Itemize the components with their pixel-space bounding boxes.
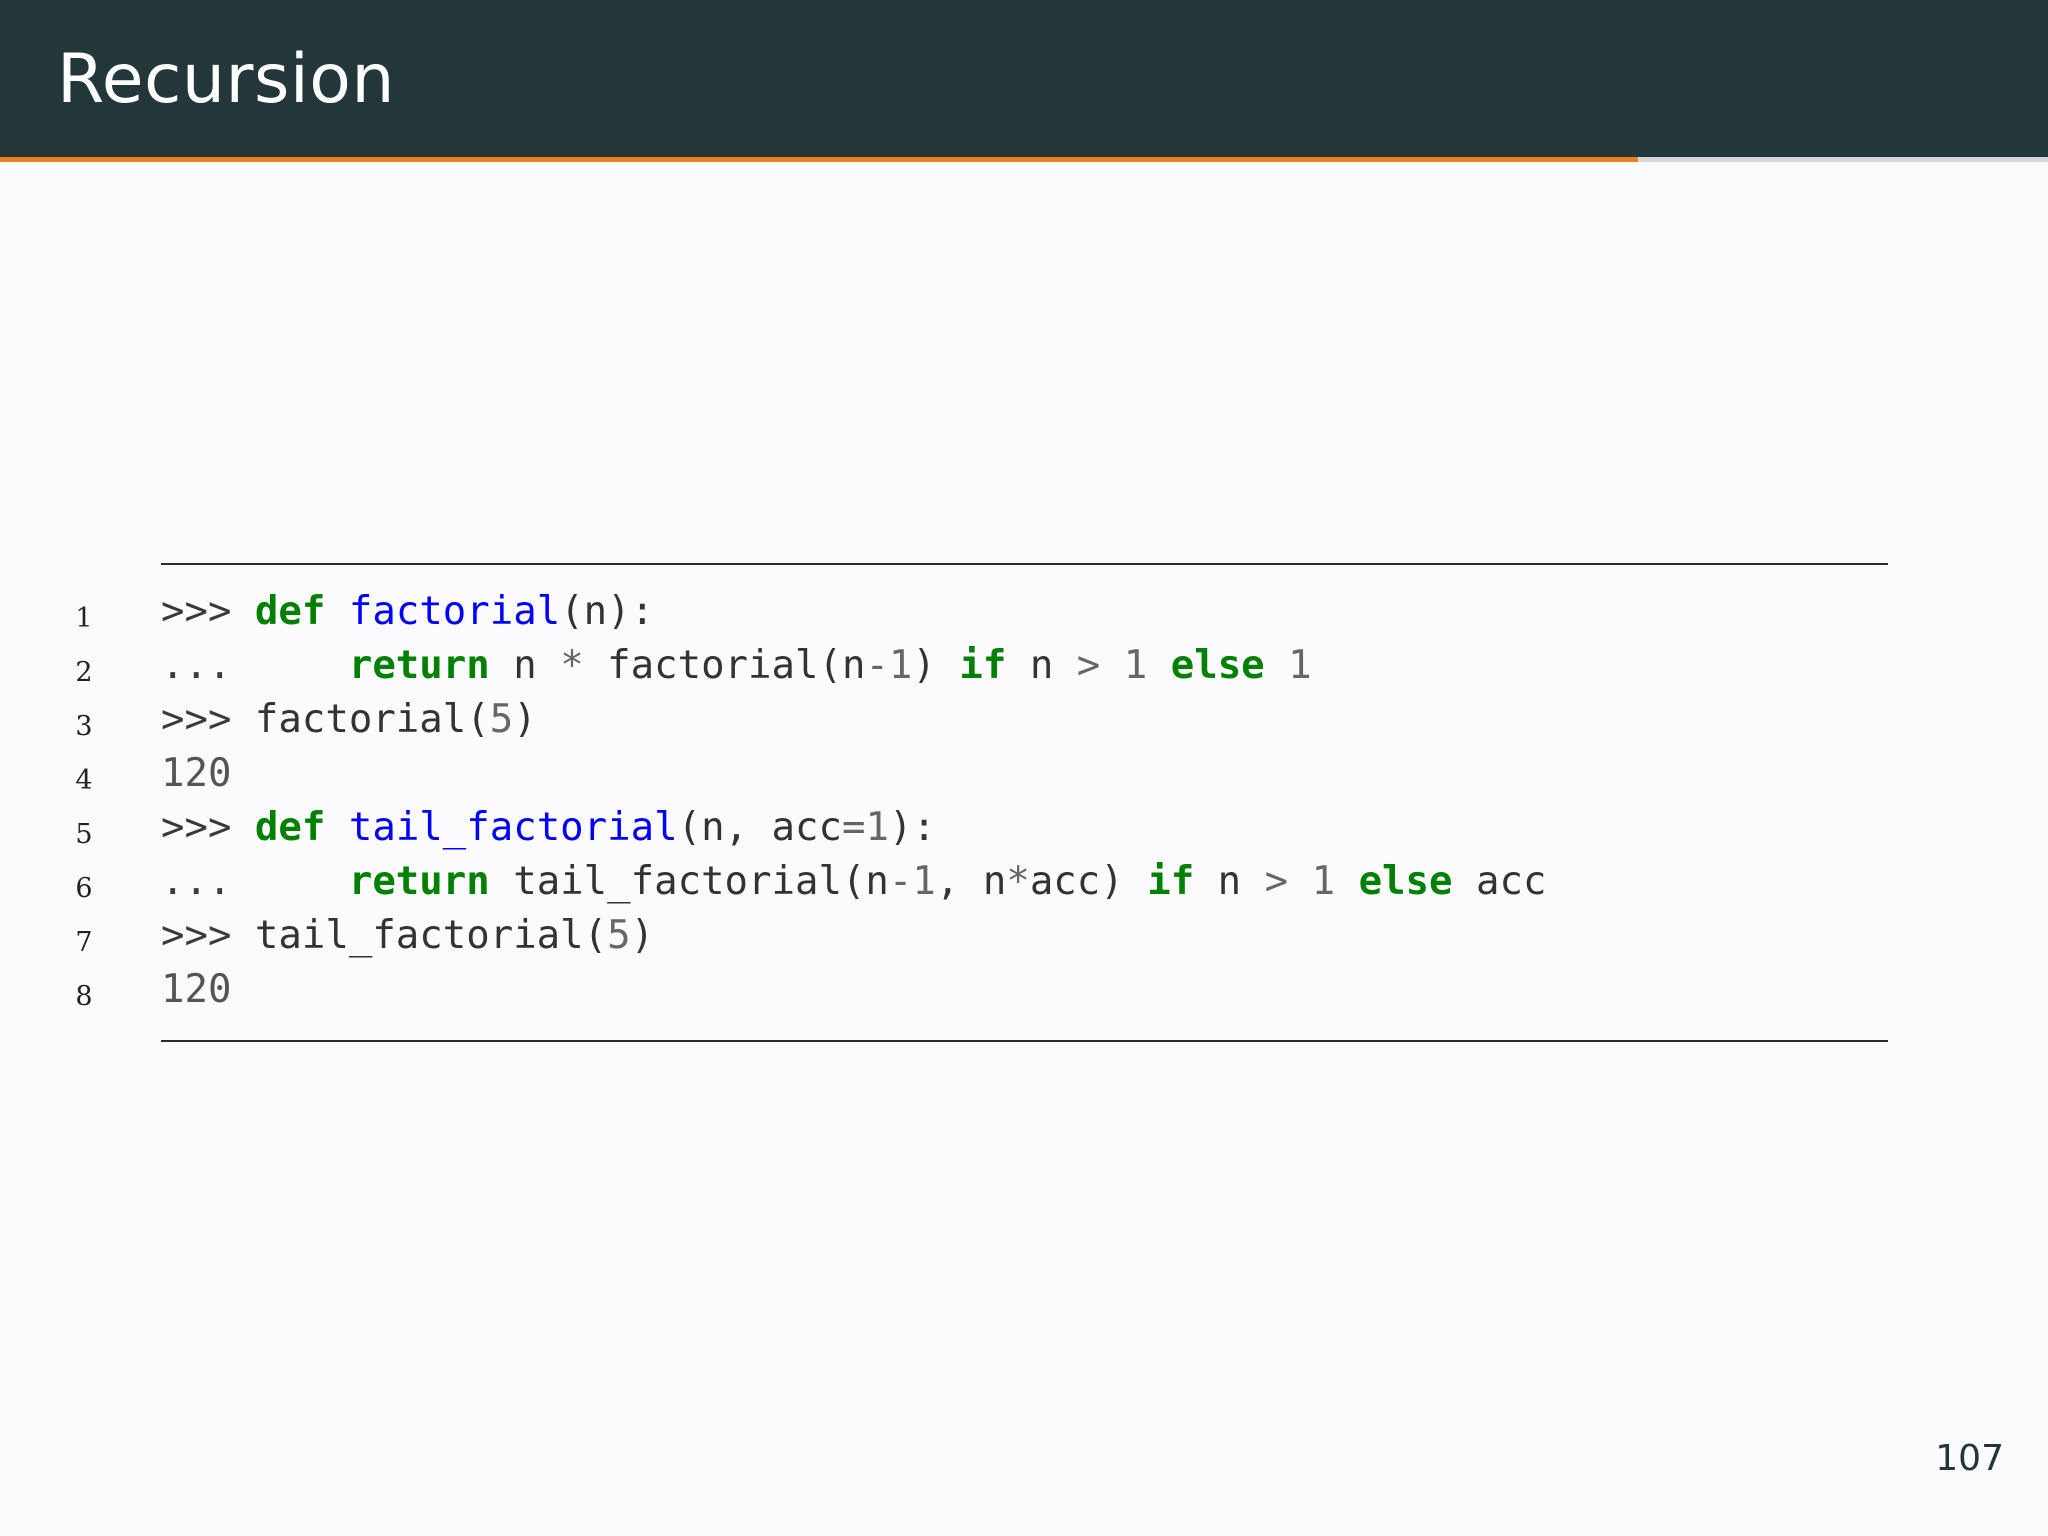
code-token: 1 [912, 859, 936, 904]
code-token: 1 [888, 643, 913, 688]
code-token: > [1076, 643, 1101, 688]
code-token: if [1147, 859, 1195, 904]
code-listing: 1 >>> def factorial(n): 2... return n * fa… [0, 585, 2048, 1017]
slide-title: Recursion [57, 40, 395, 119]
code-token: - [865, 643, 889, 688]
code-line: 6... return tail_factorial(n-1, n*acc) i… [0, 855, 2048, 909]
code-token: 120 [161, 751, 232, 796]
code-token: return [348, 859, 490, 904]
code-token: n [1194, 859, 1265, 904]
line-number: 1 [75, 603, 93, 634]
code-token: >>> [161, 697, 255, 742]
line-number: 2 [75, 657, 93, 688]
code-token: ) [912, 643, 960, 688]
code-token: 5 [607, 913, 631, 958]
line-number: 6 [75, 873, 93, 904]
code-token: factorial(n [583, 643, 866, 688]
code-token: factorial( [254, 697, 490, 742]
code-text: ... return tail_factorial(n-1, n*acc) if… [161, 859, 1546, 905]
line-number: 7 [75, 927, 93, 958]
code-token: ) [513, 697, 537, 742]
code-token: else [1170, 643, 1265, 688]
code-token: ) [630, 913, 655, 958]
code-token: def [254, 589, 326, 634]
code-token: ... [161, 643, 349, 688]
code-token: , n [935, 859, 1007, 904]
code-token: n [1006, 643, 1077, 688]
code-token: >>> [161, 589, 255, 634]
code-token: if [959, 643, 1007, 688]
code-text: >>> def tail_factorial(n, acc=1): [161, 805, 936, 851]
code-token: n [489, 643, 561, 688]
code-listing-bottom-rule [161, 1040, 1888, 1042]
code-listing-top-rule [161, 563, 1888, 565]
code-token: * [560, 643, 584, 688]
line-number: 4 [75, 765, 93, 796]
code-token: >>> [161, 913, 255, 958]
code-line: 2... return n * factorial(n-1) if n > 1 … [0, 639, 2048, 693]
code-token: = [841, 805, 866, 850]
code-line: 3 >>> factorial(5) [0, 693, 2048, 747]
code-token: def [254, 805, 326, 850]
progress-bar [0, 157, 2048, 162]
code-token: tail_factorial [348, 805, 678, 850]
code-token: ... [161, 859, 349, 904]
code-line: 7 >>> tail_factorial(5) [0, 909, 2048, 963]
code-token: acc [1452, 859, 1547, 904]
code-text: 120 [161, 967, 231, 1013]
code-token: 1 [1311, 859, 1336, 904]
line-number: 8 [75, 981, 93, 1012]
code-line: 4 120 [0, 747, 2048, 801]
code-token: (n, acc [677, 805, 842, 850]
code-token: else [1358, 859, 1453, 904]
code-line: 8 120 [0, 963, 2048, 1017]
code-token: >>> [161, 805, 255, 850]
code-token: acc) [1029, 859, 1148, 904]
code-token: 1 [865, 805, 889, 850]
line-number: 5 [75, 819, 93, 850]
code-token: 5 [489, 697, 514, 742]
code-token: tail_factorial(n [489, 859, 889, 904]
page-number: 107 [1935, 1438, 2004, 1479]
code-token: 1 [1123, 643, 1148, 688]
code-text: 120 [161, 751, 231, 797]
code-token: > [1264, 859, 1289, 904]
code-token: tail_factorial( [254, 913, 608, 958]
code-token: * [1006, 859, 1030, 904]
code-text: >>> def factorial(n): [161, 589, 654, 635]
code-token: (n): [560, 589, 655, 634]
code-text: >>> tail_factorial(5) [161, 913, 654, 959]
code-line: 5 >>> def tail_factorial(n, acc=1): [0, 801, 2048, 855]
code-token: - [888, 859, 913, 904]
code-token: 1 [1288, 643, 1312, 688]
code-token: return [348, 643, 490, 688]
code-token: 120 [161, 967, 232, 1012]
code-text: ... return n * factorial(n-1) if n > 1 e… [161, 643, 1312, 689]
progress-bar-fill [0, 157, 1639, 162]
slide-header: Recursion [0, 0, 2048, 157]
code-line: 1 >>> def factorial(n): [0, 585, 2048, 639]
code-text: >>> factorial(5) [161, 697, 537, 743]
code-token: ): [888, 805, 936, 850]
code-token: factorial [348, 589, 561, 634]
line-number: 3 [75, 711, 93, 742]
